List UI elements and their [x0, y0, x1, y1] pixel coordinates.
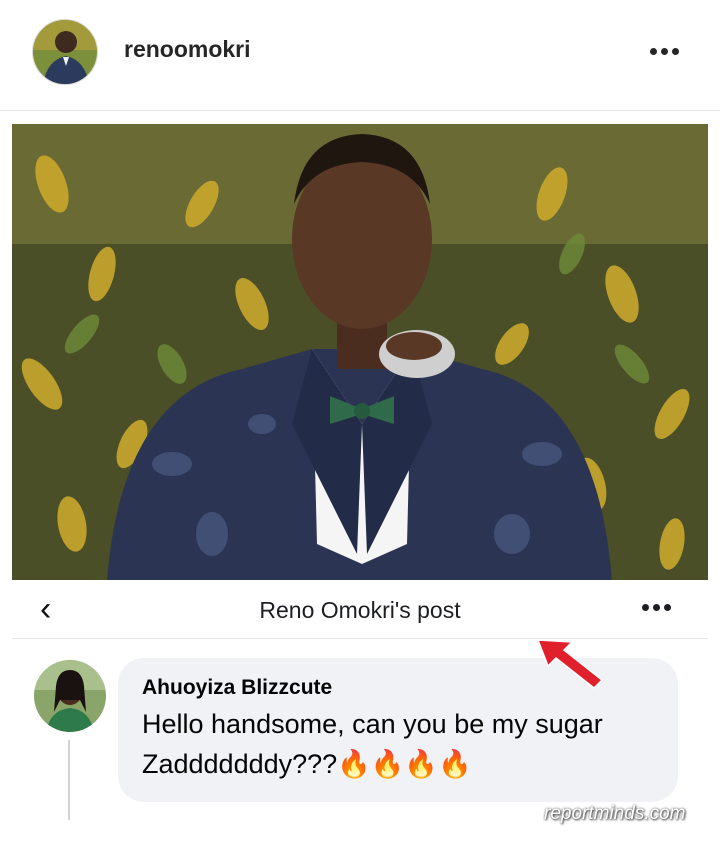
portrait-photo	[12, 124, 708, 580]
post-header: renoomokri	[0, 0, 720, 111]
more-options-icon[interactable]	[636, 594, 676, 624]
post-image: ‹ Reno Omokri's post Ahuoyiza Blizzcute …	[12, 124, 708, 824]
watermark: reportminds.com	[544, 803, 686, 824]
avatar-image	[33, 20, 97, 84]
commenter-avatar[interactable]	[34, 660, 106, 732]
commenter-avatar-image	[34, 660, 106, 732]
comment-text: Hello handsome, can you be my sugar Zadd…	[142, 709, 603, 779]
arrow-icon	[536, 639, 604, 690]
username[interactable]: renoomokri	[124, 36, 251, 63]
more-options-icon[interactable]	[644, 36, 684, 66]
fb-post-title: Reno Omokri's post	[259, 597, 461, 623]
profile-avatar[interactable]	[32, 19, 98, 85]
comment-author[interactable]: Ahuoyiza Blizzcute	[142, 676, 332, 700]
facebook-post-screenshot: ‹ Reno Omokri's post Ahuoyiza Blizzcute …	[12, 580, 708, 824]
fb-post-header: ‹ Reno Omokri's post	[12, 580, 708, 639]
comment-thread-line	[68, 740, 70, 820]
